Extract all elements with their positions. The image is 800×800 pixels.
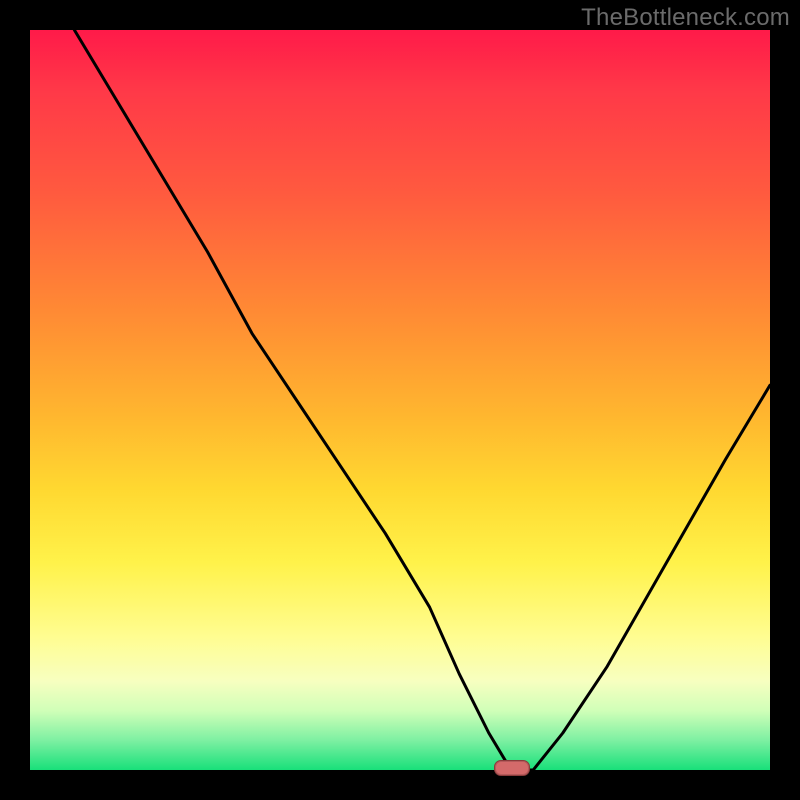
watermark-text: TheBottleneck.com xyxy=(581,4,790,32)
optimal-marker xyxy=(494,760,530,776)
chart-frame: TheBottleneck.com xyxy=(0,0,800,800)
plot-area xyxy=(30,30,770,770)
bottleneck-curve xyxy=(30,30,770,770)
